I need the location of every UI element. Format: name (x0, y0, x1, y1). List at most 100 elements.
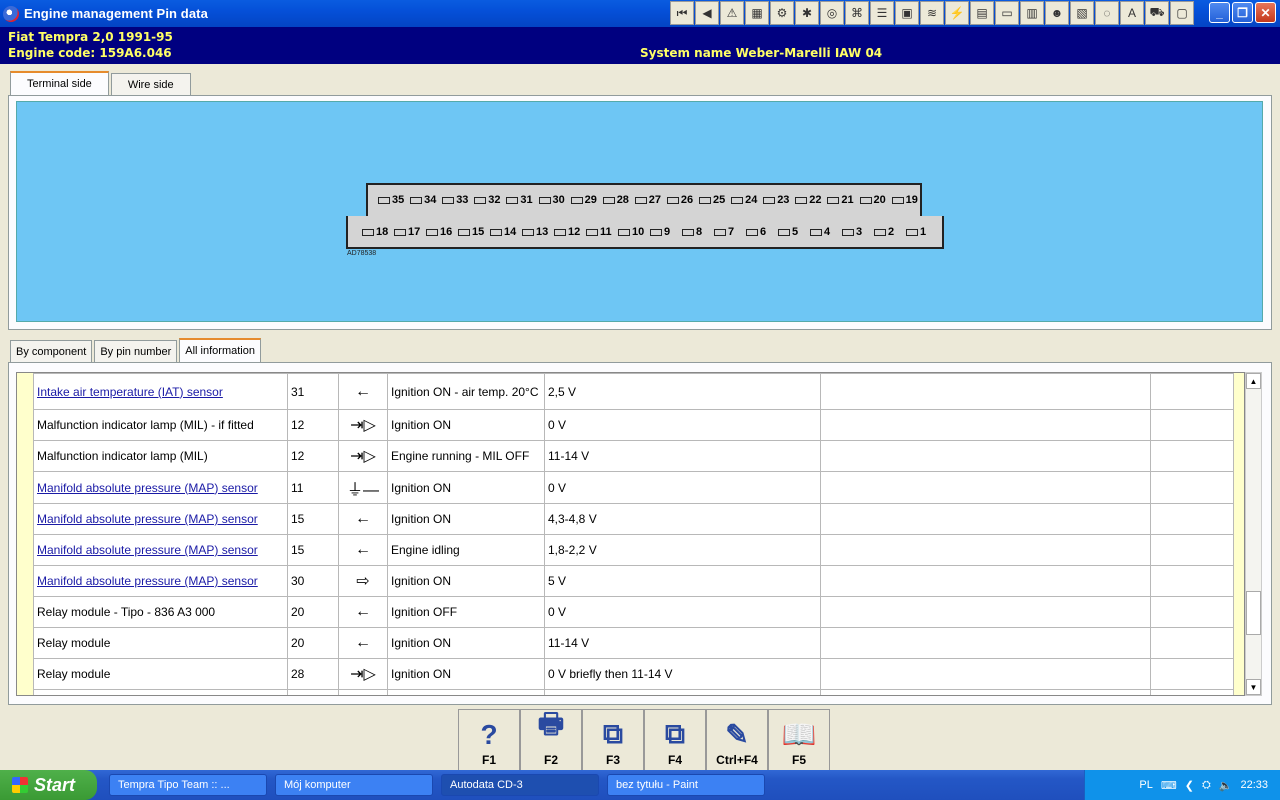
pin-number-cell: 20 (287, 596, 339, 628)
tray-arrow-icon[interactable]: ❮ (1185, 779, 1194, 792)
engine-icon[interactable]: ≋ (920, 1, 944, 25)
empty-cell (820, 627, 1151, 659)
fkey-f3-button[interactable]: ⧉ F3 (582, 709, 644, 771)
test-condition-cell: Ignition OFF (387, 596, 545, 628)
volume-icon[interactable]: 🔈 (1219, 779, 1233, 792)
scroll-down-icon[interactable]: ▼ (1246, 679, 1261, 695)
connector-pin: 1 (906, 226, 926, 238)
component-cell: Relay module (33, 627, 288, 659)
signal-direction-icon: ← (338, 627, 388, 659)
connector-pin: 17 (394, 226, 420, 238)
component-name: Relay module - Tipo - 836 A3 000 (37, 605, 216, 619)
notes-toolbar-icon[interactable]: ▢ (1170, 1, 1194, 25)
task-label: bez tytułu - Paint (616, 779, 698, 791)
chip-icon[interactable]: ▥ (1020, 1, 1044, 25)
table-row: Manifold absolute pressure (MAP) sensor 1… (33, 471, 1234, 504)
vehicle-info-bar: Fiat Tempra 2,0 1991-95 Engine code: 159… (0, 27, 1280, 64)
gear-icon[interactable]: ⚙ (770, 1, 794, 25)
first-icon[interactable]: ⏮ (670, 1, 694, 25)
title-bar: Engine management Pin data ⏮ ◀ ⚠ ▦ ⚙ ✱ ◎… (0, 0, 1280, 27)
wrench-icon[interactable]: ✱ (795, 1, 819, 25)
pin-number-cell: 30 (287, 565, 339, 597)
task-label: Mój komputer (284, 779, 351, 791)
tab-by-pin-number[interactable]: By pin number (94, 340, 178, 362)
empty-cell (820, 534, 1151, 566)
signal-direction-icon: ← (338, 503, 388, 535)
table-row: Manifold absolute pressure (MAP) sensor 3… (33, 565, 1234, 597)
lamp-icon[interactable]: ◌ (1095, 1, 1119, 25)
fkey-f2-button[interactable]: 🖶 F2 (520, 708, 582, 771)
fkey-f5-button[interactable]: 📖 F5 (768, 709, 830, 771)
battery-icon[interactable]: ▤ (970, 1, 994, 25)
fault-icon[interactable]: ☻ (1045, 1, 1069, 25)
connector-pin: 6 (746, 226, 766, 238)
engine-code: Engine code: 159A6.046 (8, 46, 172, 60)
service-icon[interactable]: A (1120, 1, 1144, 25)
fkey-label: F5 (791, 753, 806, 767)
connector-pin: 30 (539, 194, 565, 206)
taskbar-button[interactable]: Autodata CD-3 (441, 774, 599, 796)
component-cell: Manifold absolute pressure (MAP) sensor (33, 471, 288, 504)
component-link[interactable]: Manifold absolute pressure (MAP) sensor (37, 481, 258, 495)
toolbar: ⏮ ◀ ⚠ ▦ ⚙ ✱ ◎ ⌘ ☰ ▣ ≋ ⚡ ▤ ▭ ▥ ☻ ▧ ◌ A ⛟ … (670, 1, 1194, 25)
component-link[interactable]: Manifold absolute pressure (MAP) sensor (37, 574, 258, 588)
minimize-icon[interactable]: _ (1209, 2, 1230, 23)
tab-by-component[interactable]: By component (10, 340, 93, 362)
language-indicator[interactable]: PL (1139, 779, 1152, 791)
warning-icon[interactable]: ⚠ (720, 1, 744, 25)
test-condition-cell: Ignition ON (387, 471, 545, 504)
pin-number-cell: 20 (287, 627, 339, 659)
back-icon[interactable]: ◀ (695, 1, 719, 25)
empty-cell (1150, 596, 1234, 628)
table-row: Relay module28⇥▷Engine cranking0 V (33, 689, 1234, 695)
tab-wire-side[interactable]: Wire side (110, 73, 191, 95)
component-link[interactable]: Manifold absolute pressure (MAP) sensor (37, 512, 258, 526)
restore-icon[interactable]: ❐ (1232, 2, 1253, 23)
car-icon[interactable]: ⛟ (1145, 1, 1169, 25)
pin-data-icon[interactable]: ▭ (995, 1, 1019, 25)
signal-direction-icon: ← (338, 534, 388, 566)
connector-pin: 20 (860, 194, 886, 206)
spark-icon[interactable]: ⚡ (945, 1, 969, 25)
fkey-label: F2 (543, 753, 558, 767)
fkey-ctrl-f4-button[interactable]: ✎ Ctrl+F4 (706, 709, 768, 771)
task-list: Tempra Tipo Team :: ... Mój komputer Autod… (101, 774, 765, 796)
fkey-f4-button[interactable]: ⧉ F4 (644, 709, 706, 771)
tab-all-information[interactable]: All information (179, 338, 261, 362)
taskbar-button[interactable]: Mój komputer (275, 774, 433, 796)
empty-cell (820, 658, 1151, 690)
component-cell: Manifold absolute pressure (MAP) sensor (33, 534, 288, 566)
cable-icon[interactable]: ☰ (870, 1, 894, 25)
seat-icon[interactable]: ▣ (895, 1, 919, 25)
table-scrollbar[interactable]: ▲ ▼ (1245, 372, 1262, 696)
taskbar: Start Tempra Tipo Team :: ... Mój kompute… (0, 770, 1280, 800)
tool-icon[interactable]: ▦ (745, 1, 769, 25)
taskbar-button[interactable]: bez tytułu - Paint (607, 774, 765, 796)
close-icon[interactable]: ✕ (1255, 2, 1276, 23)
scroll-thumb[interactable] (1246, 591, 1261, 635)
test-condition-cell: Ignition ON (387, 565, 545, 597)
connector-pin: 12 (554, 226, 580, 238)
start-button[interactable]: Start (0, 770, 97, 800)
keyboard-icon[interactable]: ⌨ (1161, 779, 1177, 792)
empty-cell (820, 373, 1151, 410)
signal-direction-icon: ← (338, 596, 388, 628)
circuit-icon[interactable]: ▧ (1070, 1, 1094, 25)
tab-terminal-side[interactable]: Terminal side (10, 71, 109, 95)
connector-code: AD78538 (347, 250, 377, 257)
table-row: Relay module - Tipo - 836 A3 000 20 ← Ignit… (33, 596, 1234, 628)
fkey-f1-button[interactable]: ? F1 (458, 709, 520, 771)
disc-icon[interactable]: ◎ (820, 1, 844, 25)
test-condition-cell: Engine cranking (387, 689, 545, 695)
scroll-up-icon[interactable]: ▲ (1246, 373, 1261, 389)
component-link[interactable]: Intake air temperature (IAT) sensor (37, 385, 223, 399)
diagram-icon[interactable]: ⌘ (845, 1, 869, 25)
empty-cell (1150, 689, 1234, 695)
network-icon[interactable]: ⛭ (1202, 779, 1211, 792)
signal-direction-icon: ⇥▷ (338, 409, 388, 441)
empty-cell (1150, 409, 1234, 441)
component-link[interactable]: Manifold absolute pressure (MAP) sensor (37, 543, 258, 557)
copy-image-icon: ⧉ (665, 718, 685, 749)
connector-pin: 2 (874, 226, 894, 238)
taskbar-button[interactable]: Tempra Tipo Team :: ... (109, 774, 267, 796)
